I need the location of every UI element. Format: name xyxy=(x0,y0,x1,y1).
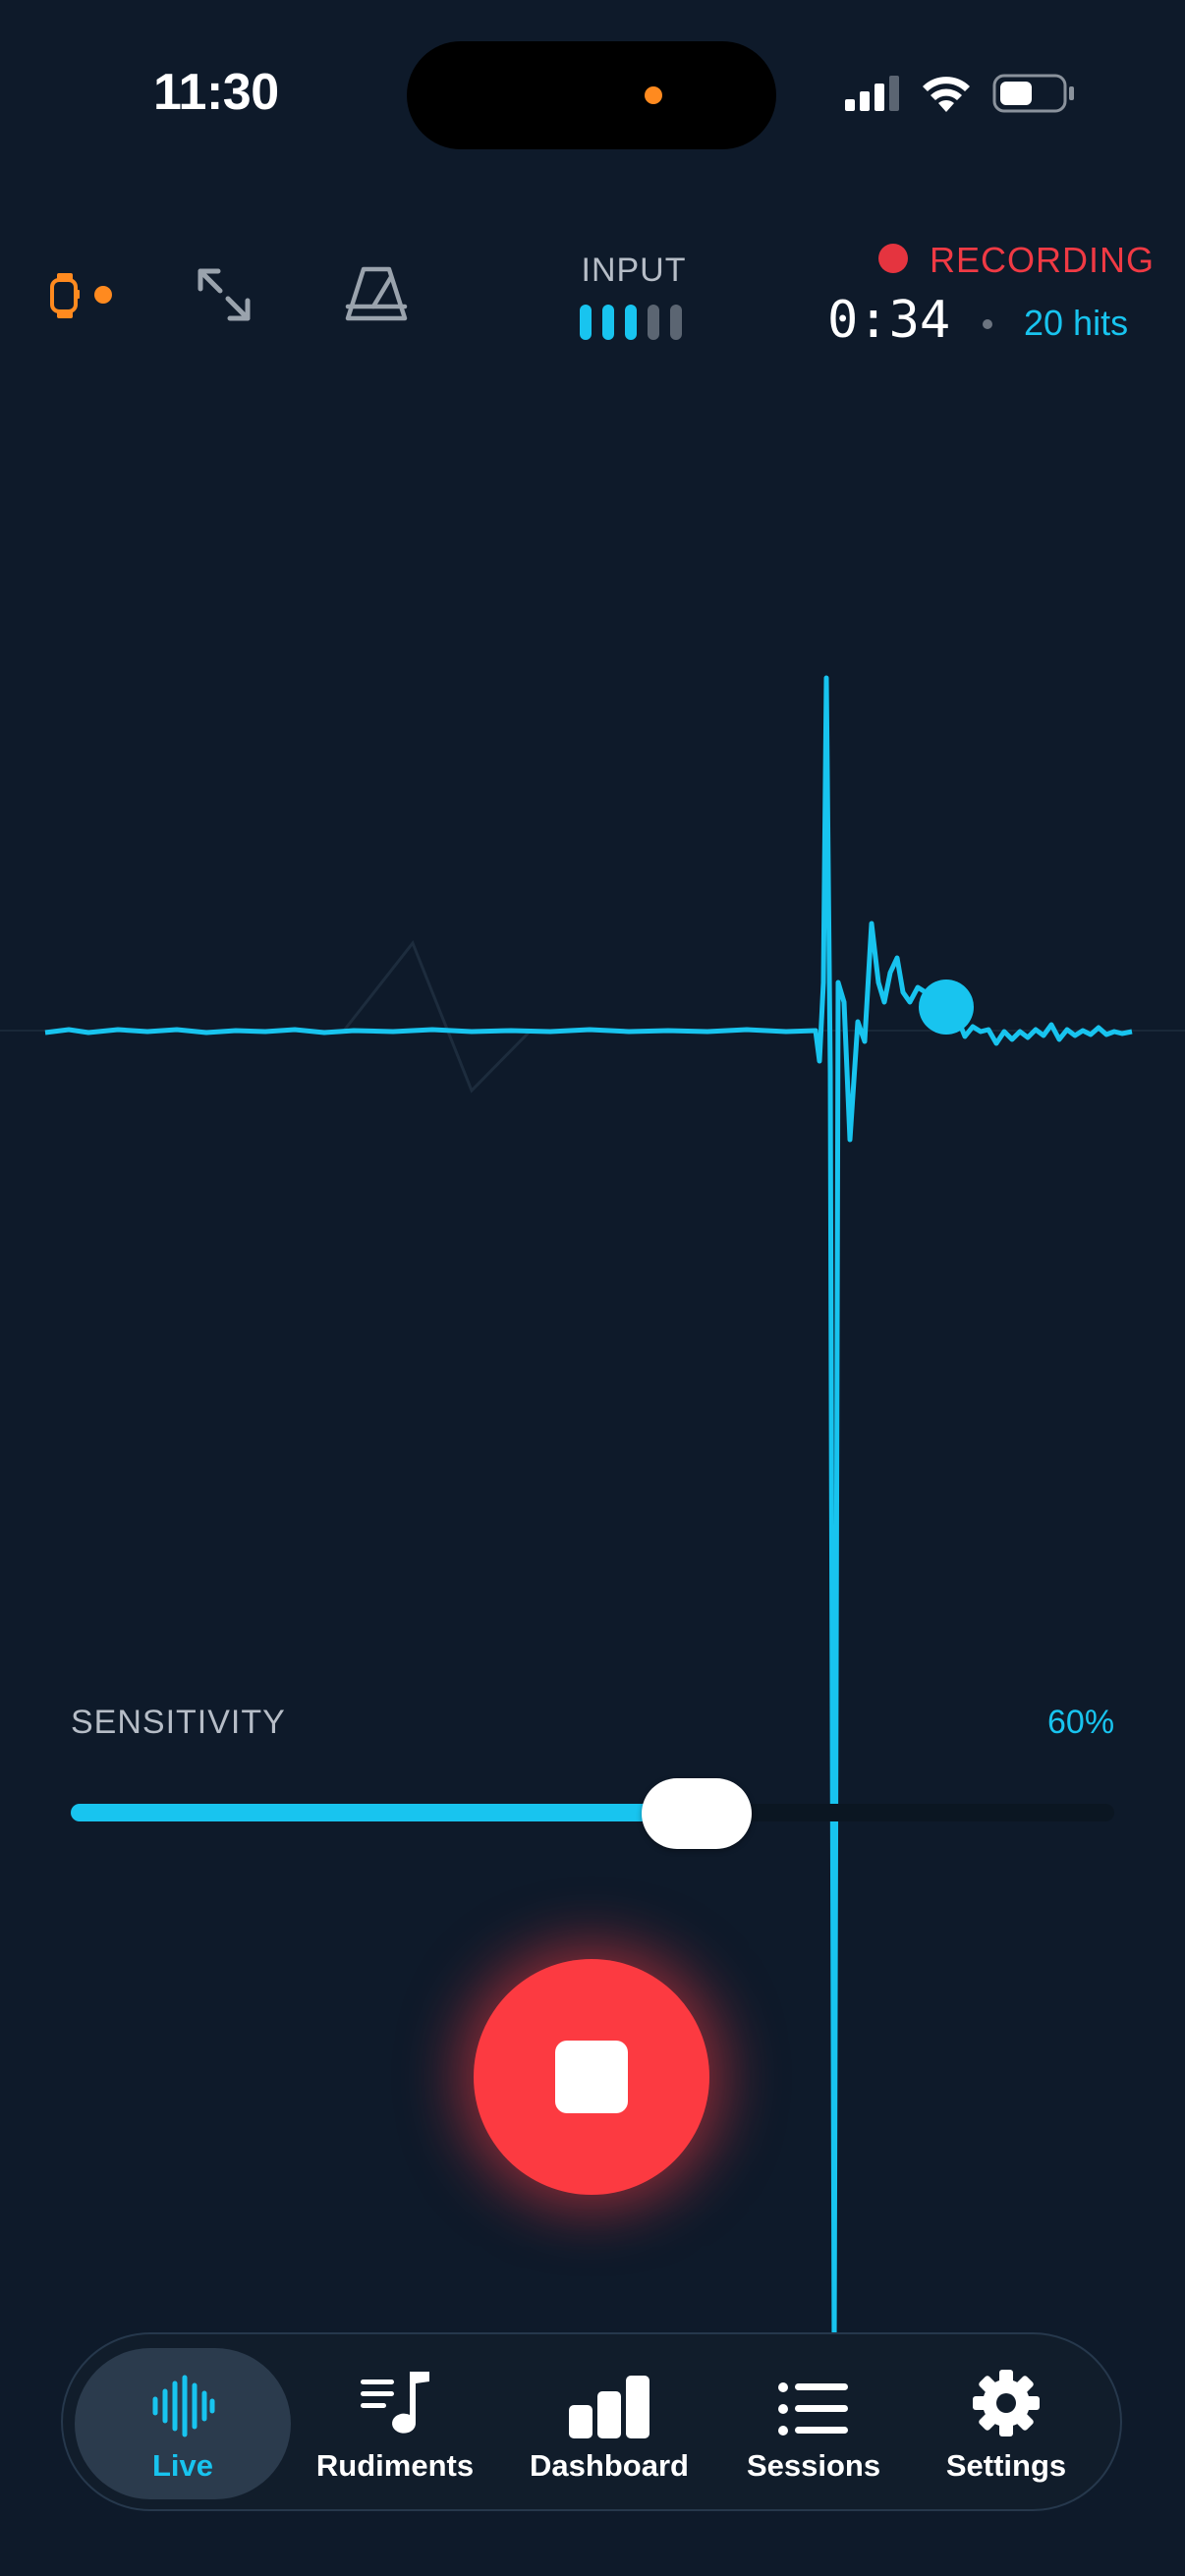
tab-live[interactable]: Live xyxy=(75,2348,291,2499)
recording-timer: 0:34 xyxy=(827,291,951,350)
tab-settings[interactable]: Settings xyxy=(910,2348,1102,2499)
hit-count: 20 hits xyxy=(1024,303,1129,343)
waveform-playhead xyxy=(919,980,974,1035)
waveform-ghost-trace xyxy=(342,940,533,1093)
tab-label: Settings xyxy=(945,2448,1067,2483)
wifi-icon xyxy=(923,77,970,112)
tab-label: Sessions xyxy=(746,2448,881,2483)
tab-label: Rudiments xyxy=(315,2448,475,2483)
tab-bar: Live Rudiments Dashboard Sessions Settin… xyxy=(61,2332,1122,2511)
sensitivity-label: SENSITIVITY xyxy=(71,1704,286,1741)
expand-icon[interactable] xyxy=(193,263,255,331)
bar-chart-icon xyxy=(569,2376,649,2438)
tab-sessions[interactable]: Sessions xyxy=(717,2348,910,2499)
gear-icon xyxy=(973,2370,1040,2436)
tab-dashboard[interactable]: Dashboard xyxy=(511,2348,707,2499)
waveform-icon xyxy=(152,2375,215,2437)
watch-connection-dot xyxy=(94,286,112,304)
stop-recording-button[interactable] xyxy=(474,1959,709,2195)
dynamic-island xyxy=(407,41,776,149)
input-meter-bar xyxy=(625,305,637,340)
status-time: 11:30 xyxy=(153,64,279,121)
input-meter-bar xyxy=(670,305,682,340)
sensitivity-value: 60% xyxy=(1047,1704,1115,1741)
tab-label: Live xyxy=(151,2448,214,2483)
input-meter-bar xyxy=(602,305,614,340)
cellular-signal-icon xyxy=(845,76,899,111)
sensitivity-slider-thumb[interactable] xyxy=(642,1778,753,1849)
status-icons xyxy=(845,69,1075,118)
stop-icon xyxy=(555,2041,628,2113)
metronome-icon[interactable] xyxy=(344,263,409,329)
input-meter-bar xyxy=(580,305,592,340)
input-level-label: INPUT xyxy=(581,252,687,289)
input-meter-bar xyxy=(648,305,659,340)
separator-dot xyxy=(983,319,992,329)
apple-watch-icon[interactable] xyxy=(49,273,81,323)
input-level-meter xyxy=(580,305,682,340)
sensitivity-slider-fill xyxy=(71,1804,698,1821)
tab-rudiments[interactable]: Rudiments xyxy=(297,2348,493,2499)
battery-icon xyxy=(992,74,1074,113)
list-icon xyxy=(778,2382,848,2436)
privacy-indicator-dot xyxy=(645,86,662,104)
music-note-list-icon xyxy=(361,2372,429,2434)
recording-label: RECORDING xyxy=(930,240,1156,280)
tab-label: Dashboard xyxy=(530,2448,689,2483)
recording-indicator-dot xyxy=(878,244,908,273)
